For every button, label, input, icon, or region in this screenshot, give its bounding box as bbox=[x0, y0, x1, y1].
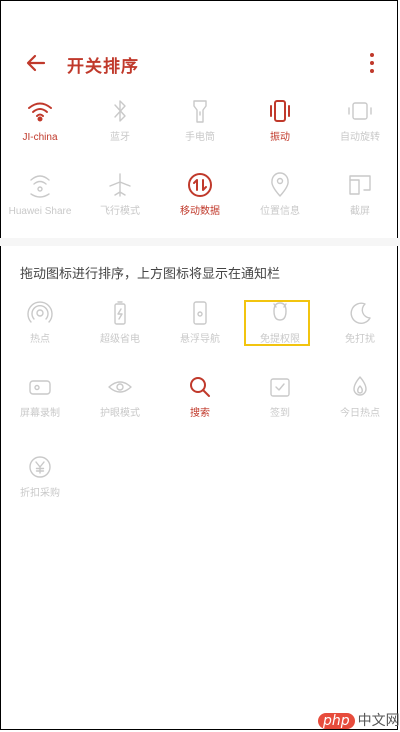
toggle-label: 护眼模式 bbox=[100, 408, 140, 419]
toggle-screenshot[interactable]: 截屏 bbox=[320, 170, 400, 230]
toggle-airplane[interactable]: 飞行模式 bbox=[80, 170, 160, 230]
bluetooth-icon bbox=[114, 100, 126, 122]
vibrate-icon bbox=[270, 100, 290, 122]
toggle-flashlight[interactable]: 手电筒 bbox=[160, 96, 240, 156]
page-title: 开关排序 bbox=[67, 57, 139, 76]
toggle-vibrate[interactable]: 振动 bbox=[240, 96, 320, 156]
wifi-icon bbox=[28, 102, 52, 122]
toggle-battery[interactable]: 超级省电 bbox=[80, 298, 160, 358]
toggle-label: 手电筒 bbox=[185, 132, 215, 143]
toggle-label: 签到 bbox=[270, 408, 290, 419]
toggle-eye[interactable]: 护眼模式 bbox=[80, 372, 160, 432]
toggle-label: 移动数据 bbox=[180, 206, 220, 217]
screenshot-icon bbox=[349, 175, 371, 195]
toggle-navigation[interactable]: 悬浮导航 bbox=[160, 298, 240, 358]
record-icon bbox=[29, 380, 51, 395]
toggle-label: 自动旋转 bbox=[340, 132, 380, 143]
toggle-rotate[interactable]: 自动旋转 bbox=[320, 96, 400, 156]
watermark-badge: php bbox=[318, 713, 355, 729]
toggle-checkin[interactable]: 签到 bbox=[240, 372, 320, 432]
checkin-icon bbox=[270, 378, 290, 397]
app-header: 开关排序 bbox=[0, 38, 400, 90]
toggle-bluetooth[interactable]: 蓝牙 bbox=[80, 96, 160, 156]
toggle-label: 折扣采购 bbox=[20, 488, 60, 499]
mobile-data-icon bbox=[188, 173, 212, 197]
toggle-label: 热点 bbox=[30, 334, 50, 345]
toggle-search[interactable]: 搜索 bbox=[160, 372, 240, 432]
site-watermark: php 中文网 bbox=[318, 710, 400, 730]
toggle-wifi[interactable]: JI-china bbox=[0, 96, 80, 156]
battery-icon bbox=[114, 301, 126, 325]
toggle-hotspot[interactable]: 热点 bbox=[0, 298, 80, 358]
eye-icon bbox=[108, 381, 132, 393]
toggle-yuan[interactable]: 折扣采购 bbox=[0, 452, 80, 512]
toggle-label: Huawei Share bbox=[8, 206, 72, 217]
rotate-icon bbox=[348, 102, 372, 120]
toggle-label: 飞行模式 bbox=[100, 206, 140, 217]
toggle-label: 悬浮导航 bbox=[180, 334, 220, 345]
hot-icon bbox=[353, 376, 367, 396]
toggle-record[interactable]: 屏幕录制 bbox=[0, 372, 80, 432]
toggle-label: 今日热点 bbox=[340, 408, 380, 419]
toggle-label: 截屏 bbox=[350, 206, 370, 217]
moon-icon bbox=[350, 302, 371, 324]
location-icon bbox=[271, 172, 289, 197]
search-icon bbox=[190, 377, 210, 397]
toggle-label: 超级省电 bbox=[100, 334, 140, 345]
toggle-location[interactable]: 位置信息 bbox=[240, 170, 320, 230]
back-arrow-icon[interactable] bbox=[24, 50, 50, 76]
toggle-moon[interactable]: 免打扰 bbox=[320, 298, 400, 358]
toggle-label: 位置信息 bbox=[260, 206, 300, 217]
toggle-label: JI-china bbox=[22, 132, 58, 143]
toggle-label: 免打扰 bbox=[345, 334, 375, 345]
toggle-label: 屏幕录制 bbox=[20, 408, 60, 419]
sort-hint-text: 拖动图标进行排序，上方图标将显示在通知栏 bbox=[20, 266, 281, 281]
more-menu-icon[interactable] bbox=[366, 50, 378, 76]
airplane-icon bbox=[109, 173, 131, 197]
toggle-hot[interactable]: 今日热点 bbox=[320, 372, 400, 432]
toggle-label: 搜索 bbox=[190, 408, 210, 419]
share-icon bbox=[30, 175, 50, 198]
toggle-label: 振动 bbox=[270, 132, 290, 143]
yuan-icon bbox=[29, 456, 51, 478]
toggle-mobile-data[interactable]: 移动数据 bbox=[160, 170, 240, 230]
drag-highlight-box bbox=[244, 300, 310, 346]
watermark-text: 中文网 bbox=[357, 712, 400, 728]
toggle-share[interactable]: Huawei Share bbox=[0, 170, 80, 230]
flashlight-icon bbox=[193, 100, 207, 123]
navigation-icon bbox=[193, 301, 207, 325]
section-divider bbox=[0, 238, 400, 246]
toggle-label: 蓝牙 bbox=[110, 132, 130, 143]
hotspot-icon bbox=[27, 301, 53, 323]
